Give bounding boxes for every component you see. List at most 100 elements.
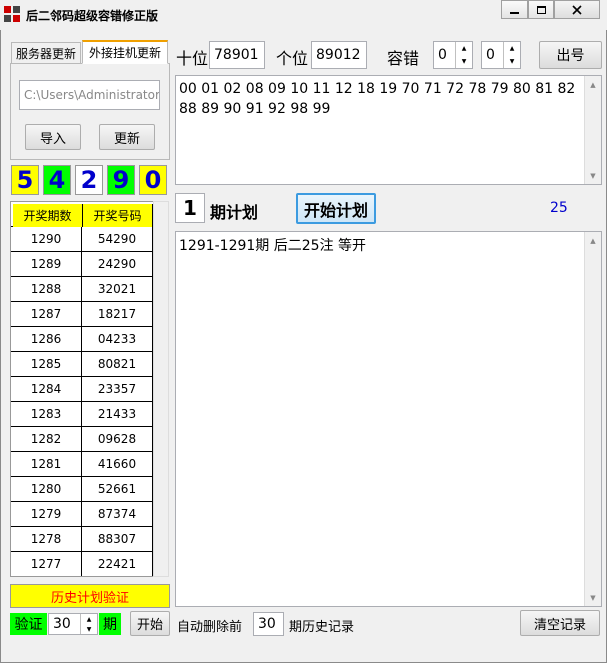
table-row[interactable]: 1282 09628 <box>11 427 153 452</box>
table-row[interactable]: 1277 22421 <box>11 552 153 576</box>
units-label: 个位 <box>276 49 309 68</box>
table-scrollbar[interactable] <box>153 201 169 577</box>
table-cell-period: 1285 <box>11 352 82 376</box>
table-cell-period: 1288 <box>11 277 82 301</box>
table-cell-number: 22421 <box>82 552 153 576</box>
digit-box-3: 2 <box>75 165 103 195</box>
table-row[interactable]: 1287 18217 <box>11 302 153 327</box>
minimize-icon <box>510 11 519 14</box>
units-input[interactable]: 89012 <box>311 41 367 69</box>
table-row[interactable]: 1289 24290 <box>11 252 153 277</box>
digit-box-2: 4 <box>43 165 71 195</box>
table-row[interactable]: 1278 88307 <box>11 527 153 552</box>
tolerance-spinner-1[interactable]: ▲ ▼ <box>455 42 472 68</box>
tolerance-input-2[interactable]: 0 ▲ ▼ <box>481 41 521 69</box>
history-verify-banner[interactable]: 历史计划验证 <box>10 584 170 608</box>
verify-label: 验证 <box>10 613 47 635</box>
spin-up-icon[interactable]: ▲ <box>81 614 97 624</box>
tolerance-value-2: 0 <box>486 47 495 63</box>
table-row[interactable]: 1286 04233 <box>11 327 153 352</box>
table-row[interactable]: 1280 52661 <box>11 477 153 502</box>
table-cell-number: 09628 <box>82 427 153 451</box>
maximize-button[interactable] <box>528 0 554 19</box>
table-cell-period: 1284 <box>11 377 82 401</box>
tab-server-update[interactable]: 服务器更新 <box>11 42 81 64</box>
table-row[interactable]: 1283 21433 <box>11 402 153 427</box>
table-cell-number: 32021 <box>82 277 153 301</box>
digit-box-5: 0 <box>139 165 167 195</box>
table-cell-number: 41660 <box>82 452 153 476</box>
verify-spinner[interactable]: ▲ ▼ <box>80 614 97 634</box>
numbers-scrollbar[interactable]: ▲ ▼ <box>584 76 601 184</box>
output-button[interactable]: 出号 <box>539 41 602 69</box>
period-label: 期 <box>99 613 121 635</box>
plan-periods-input[interactable]: 1 <box>175 193 205 223</box>
numbers-text: 00 01 02 08 09 10 11 12 18 19 70 71 72 7… <box>179 81 576 117</box>
clear-records-button[interactable]: 清空记录 <box>520 610 600 636</box>
start-button[interactable]: 开始 <box>130 611 170 636</box>
result-scrollbar[interactable]: ▲ ▼ <box>584 232 601 606</box>
table-row[interactable]: 1285 80821 <box>11 352 153 377</box>
spin-up-icon[interactable]: ▲ <box>456 42 472 55</box>
maximize-icon <box>536 5 546 14</box>
history-records-label: 期历史记录 <box>289 620 355 635</box>
spin-down-icon[interactable]: ▼ <box>456 55 472 68</box>
table-cell-period: 1279 <box>11 502 82 526</box>
minimize-button[interactable] <box>501 0 528 19</box>
table-header-number: 开奖号码 <box>83 204 153 227</box>
table-cell-period: 1280 <box>11 477 82 501</box>
tens-label: 十位 <box>176 49 209 68</box>
spin-down-icon[interactable]: ▼ <box>504 55 520 68</box>
table-cell-number: 24290 <box>82 252 153 276</box>
table-cell-period: 1277 <box>11 552 82 576</box>
spin-down-icon[interactable]: ▼ <box>81 624 97 634</box>
tab-external-update[interactable]: 外接挂机更新 <box>82 40 168 64</box>
tolerance-value-1: 0 <box>438 47 447 63</box>
table-cell-number: 54290 <box>82 227 153 251</box>
result-textarea[interactable]: 1291-1291期 后二25注 等开 ▲ ▼ <box>175 231 602 607</box>
tolerance-input-1[interactable]: 0 ▲ ▼ <box>433 41 473 69</box>
table-cell-number: 88307 <box>82 527 153 551</box>
spin-up-icon[interactable]: ▲ <box>504 42 520 55</box>
digit-box-4: 9 <box>107 165 135 195</box>
result-text: 1291-1291期 后二25注 等开 <box>179 238 367 254</box>
table-body: 1290 54290 1289 24290 1288 32021 1287 18217 1286… <box>11 227 153 576</box>
table-row[interactable]: 1290 54290 <box>11 227 153 252</box>
scroll-down-icon[interactable]: ▼ <box>585 167 601 184</box>
auto-delete-label: 自动删除前 <box>177 620 243 635</box>
table-cell-number: 52661 <box>82 477 153 501</box>
table-row[interactable]: 1288 32021 <box>11 277 153 302</box>
close-icon <box>572 4 582 15</box>
scroll-down-icon[interactable]: ▼ <box>585 589 601 606</box>
table-cell-period: 1283 <box>11 402 82 426</box>
app-icon <box>4 6 20 22</box>
table-cell-number: 18217 <box>82 302 153 326</box>
plan-label: 期计划 <box>210 203 259 222</box>
table-row[interactable]: 1281 41660 <box>11 452 153 477</box>
table-cell-number: 80821 <box>82 352 153 376</box>
plan-count: 25 <box>550 200 568 216</box>
title-bar[interactable]: 后二邻码超级容错修正版 <box>0 0 607 30</box>
table-cell-period: 1289 <box>11 252 82 276</box>
start-plan-button[interactable]: 开始计划 <box>296 193 376 224</box>
table-cell-number: 87374 <box>82 502 153 526</box>
scroll-up-icon[interactable]: ▲ <box>585 232 601 249</box>
table-cell-period: 1278 <box>11 527 82 551</box>
update-button[interactable]: 更新 <box>99 124 155 150</box>
table-row[interactable]: 1279 87374 <box>11 502 153 527</box>
digit-box-1: 5 <box>11 165 39 195</box>
table-cell-period: 1281 <box>11 452 82 476</box>
scroll-up-icon[interactable]: ▲ <box>585 76 601 93</box>
tens-input[interactable]: 78901 <box>209 41 265 69</box>
numbers-textarea[interactable]: 00 01 02 08 09 10 11 12 18 19 70 71 72 7… <box>175 75 602 185</box>
table-header-row: 开奖期数 开奖号码 <box>11 202 153 227</box>
path-input[interactable]: C:\Users\Administrator\ <box>19 80 160 110</box>
table-row[interactable]: 1284 23357 <box>11 377 153 402</box>
draw-table[interactable]: 开奖期数 开奖号码 1290 54290 1289 24290 1288 32021 128… <box>10 201 154 577</box>
tolerance-label: 容错 <box>387 49 420 68</box>
verify-periods-input[interactable]: 30 ▲ ▼ <box>48 613 98 635</box>
import-button[interactable]: 导入 <box>25 124 81 150</box>
auto-delete-input[interactable]: 30 <box>253 612 284 636</box>
close-button[interactable] <box>554 0 600 19</box>
tolerance-spinner-2[interactable]: ▲ ▼ <box>503 42 520 68</box>
